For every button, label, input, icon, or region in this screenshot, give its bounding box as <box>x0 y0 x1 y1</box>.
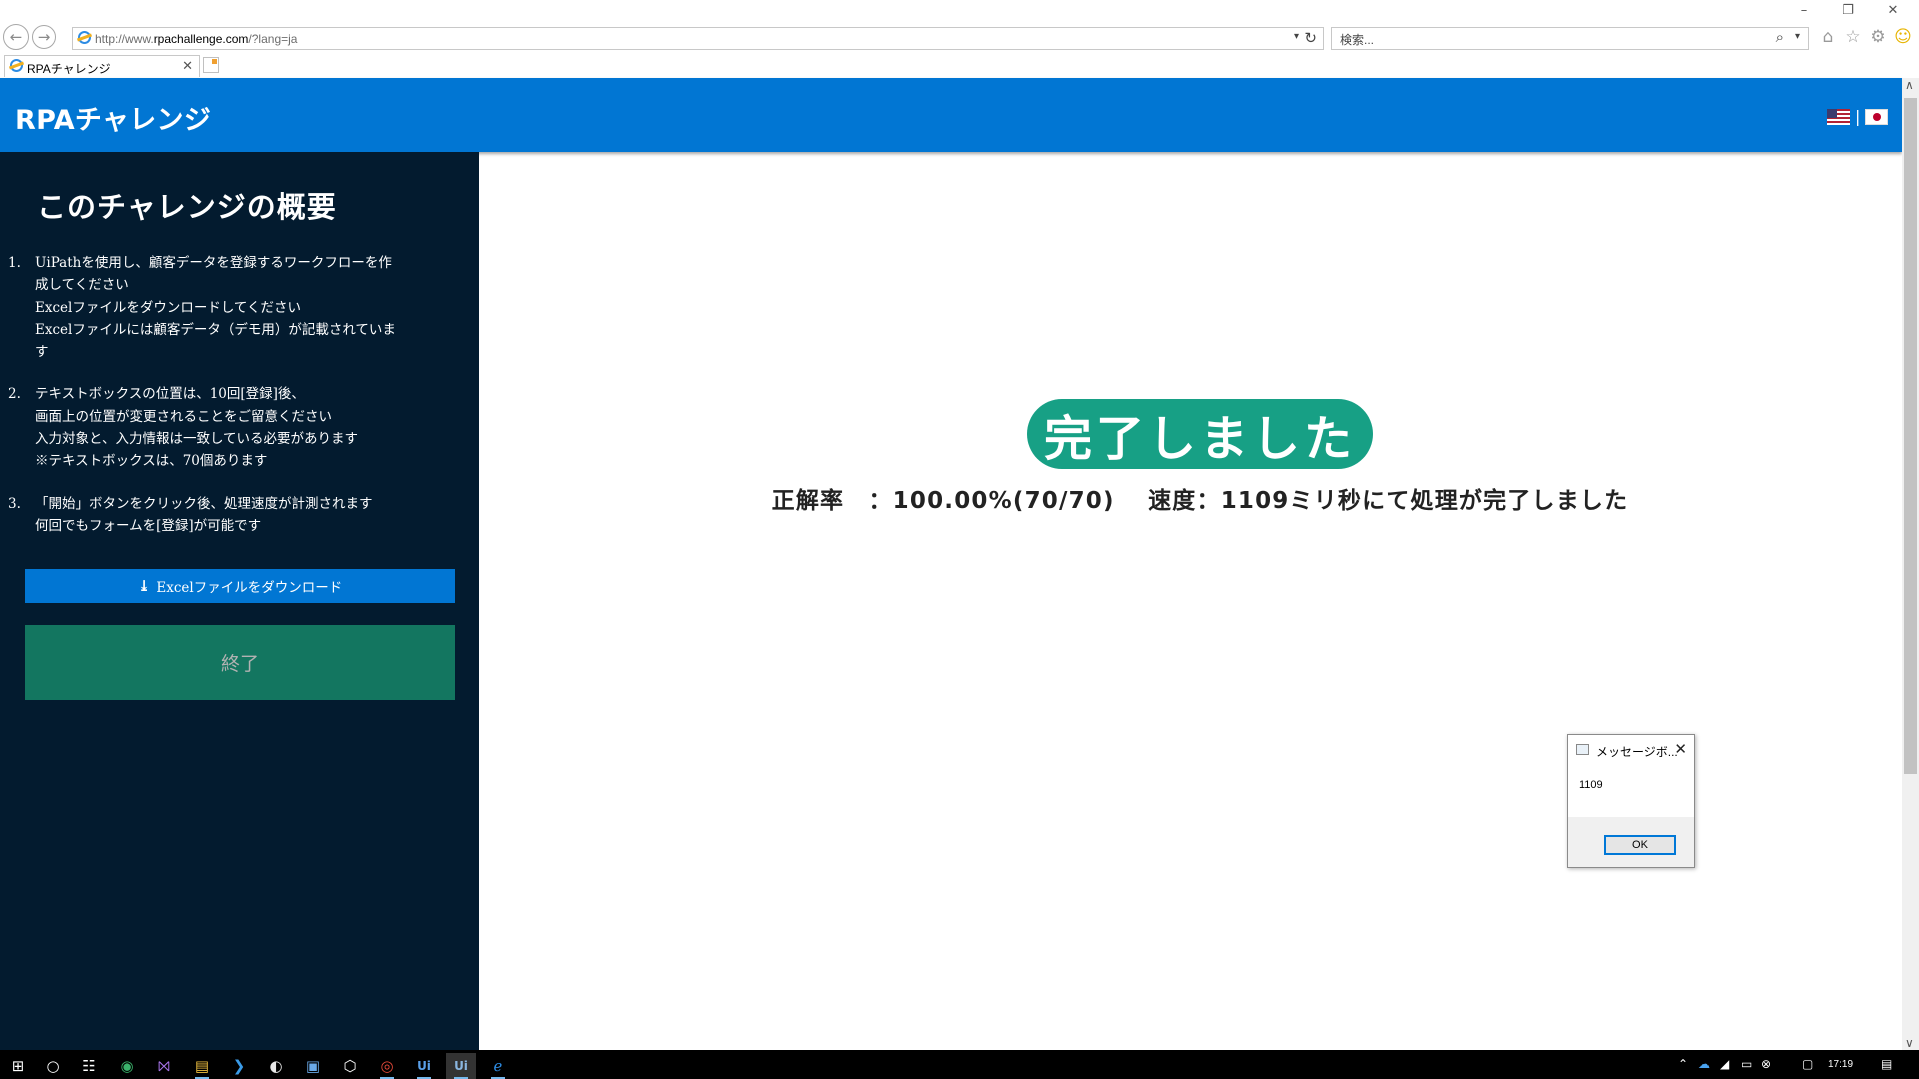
restore-icon[interactable]: ❐ <box>1836 3 1860 18</box>
step-number: 3. <box>8 495 21 512</box>
dialog-close-icon[interactable]: ✕ <box>1674 740 1687 758</box>
completion-badge: 完了しました <box>1027 399 1373 469</box>
volume-muted-icon[interactable]: ⊗ <box>1761 1057 1771 1071</box>
forward-arrow-icon[interactable]: → <box>32 25 56 49</box>
browser-tab[interactable]: RPAチャレンジ ✕ <box>4 55 200 77</box>
settings-gear-icon[interactable]: ⚙ <box>1868 26 1888 48</box>
network-icon[interactable]: ◢ <box>1720 1057 1729 1071</box>
cortana-search-icon[interactable]: ○ <box>38 1053 68 1079</box>
visual-studio-icon[interactable]: ⨝ <box>149 1053 179 1079</box>
sidebar-title: このチャレンジの概要 <box>37 190 337 224</box>
favorites-star-icon[interactable]: ☆ <box>1843 26 1863 48</box>
dialog-message: 1109 <box>1579 779 1603 791</box>
app-green-icon[interactable]: ◉ <box>112 1053 142 1079</box>
chrome-icon[interactable]: ◎ <box>372 1053 402 1079</box>
download-icon: ⤓ <box>137 577 151 595</box>
tab-title: RPAチャレンジ <box>27 62 111 76</box>
message-box-dialog: メッセージボ... ✕ 1109 OK <box>1567 734 1695 868</box>
address-dropdown-icon[interactable]: ▾ <box>1294 31 1299 42</box>
app-window-icon[interactable]: ▣ <box>298 1053 328 1079</box>
search-box[interactable]: ⌕ ▾ <box>1331 27 1809 50</box>
action-center-icon[interactable]: ▤ <box>1881 1057 1892 1071</box>
app-cube-icon[interactable]: ⬡ <box>335 1053 365 1079</box>
download-button-label: Excelファイルをダウンロード <box>156 580 343 596</box>
home-icon[interactable]: ⌂ <box>1818 26 1838 48</box>
dialog-titlebar[interactable]: メッセージボ... ✕ <box>1568 735 1694 765</box>
web-page: RPAチャレンジ | このチャレンジの概要 1. UiPathを使用し、顧客デー… <box>0 78 1902 1050</box>
tab-close-icon[interactable]: ✕ <box>182 58 193 74</box>
browser-toolbar: ← → http://www.rpachallenge.com/?lang=ja… <box>0 0 1919 53</box>
end-button[interactable]: 終了 <box>25 625 455 700</box>
refresh-icon[interactable]: ↻ <box>1304 29 1317 47</box>
instruction-list: 1. UiPathを使用し、顧客データを登録するワークフローを作 成してください… <box>8 252 458 557</box>
scroll-down-icon[interactable]: ∨ <box>1905 1036 1914 1050</box>
step-line: ※テキストボックスは、70個あります <box>35 453 268 470</box>
step-line: Excelファイルには顧客データ（デモ用）が記載されていま <box>35 321 396 338</box>
search-icon[interactable]: ⌕ <box>1776 29 1784 46</box>
battery-icon[interactable]: ▭ <box>1741 1057 1752 1071</box>
result-summary: 正解率 ：100.00%(70/70) 速度：1109ミリ秒にて処理が完了しまし… <box>771 488 1629 514</box>
step-line: 成してください <box>35 277 129 294</box>
app-circle-icon[interactable]: ◐ <box>261 1053 291 1079</box>
instruction-step-2: 2. テキストボックスの位置は、10回[登録]後、 画面上の位置が変更されること… <box>8 383 458 472</box>
step-line: 何回でもフォームを[登録]が可能です <box>35 517 262 534</box>
dialog-title: メッセージボ... <box>1596 745 1678 759</box>
download-excel-button[interactable]: ⤓ Excelファイルをダウンロード <box>25 569 455 603</box>
scroll-up-icon[interactable]: ∧ <box>1905 78 1914 92</box>
tab-favicon-icon <box>10 59 23 72</box>
window-icon <box>1576 744 1589 755</box>
address-bar[interactable]: http://www.rpachallenge.com/?lang=ja ▾ ↻ <box>72 27 1324 50</box>
sidebar: このチャレンジの概要 1. UiPathを使用し、顧客データを登録するワークフロ… <box>0 152 479 1050</box>
onedrive-icon[interactable]: ☁ <box>1698 1057 1710 1071</box>
us-flag-icon[interactable] <box>1827 109 1850 125</box>
step-line: す <box>35 344 49 361</box>
jp-flag-icon[interactable] <box>1865 109 1888 125</box>
feedback-smiley-icon[interactable]: ☺ <box>1893 26 1913 48</box>
scrollbar-thumb[interactable] <box>1904 98 1917 774</box>
instruction-step-1: 1. UiPathを使用し、顧客データを登録するワークフローを作 成してください… <box>8 252 458 363</box>
windows-taskbar: ⊞ ○ ☷ ◉ ⨝ ▤ ❯ ◐ ▣ ⬡ ◎ Ui Ui ℯ ⌃ ☁ ◢ ▭ ⊗ … <box>0 1050 1919 1079</box>
file-explorer-icon[interactable]: ▤ <box>187 1053 217 1079</box>
ok-button[interactable]: OK <box>1604 835 1676 855</box>
taskbar-clock[interactable]: 17:19 <box>1828 1059 1853 1070</box>
address-url[interactable]: http://www.rpachallenge.com/?lang=ja <box>95 32 297 46</box>
uipath-icon[interactable]: Ui <box>409 1053 439 1079</box>
step-line: テキストボックスの位置は、10回[登録]後、 <box>35 386 305 403</box>
instruction-step-3: 3. 「開始」ボタンをクリック後、処理速度が計測されます 何回でもフォームを[登… <box>8 493 458 538</box>
search-input[interactable] <box>1338 30 1742 49</box>
windows-start-icon[interactable]: ⊞ <box>3 1053 33 1079</box>
site-header: RPAチャレンジ | <box>0 78 1902 152</box>
step-line: 画面上の位置が変更されることをご留意ください <box>35 408 332 425</box>
minimize-icon[interactable]: – <box>1792 3 1816 18</box>
dialog-body: 1109 <box>1568 765 1694 817</box>
task-view-icon[interactable]: ☷ <box>74 1053 104 1079</box>
uipath-robot-icon[interactable]: Ui <box>446 1053 476 1079</box>
step-number: 2. <box>8 386 21 403</box>
ime-icon[interactable]: ▢ <box>1802 1057 1813 1071</box>
step-line: 「開始」ボタンをクリック後、処理速度が計測されます <box>35 495 373 512</box>
flag-separator: | <box>1855 107 1861 126</box>
step-line: Excelファイルをダウンロードしてください <box>35 299 302 316</box>
step-line: UiPathを使用し、顧客データを登録するワークフローを作 <box>35 255 392 271</box>
vscode-icon[interactable]: ❯ <box>224 1053 254 1079</box>
vertical-scrollbar[interactable]: ∧ ∨ <box>1902 78 1919 1050</box>
ie-favicon-icon <box>78 31 91 44</box>
new-tab-icon[interactable] <box>203 57 219 73</box>
tray-chevron-icon[interactable]: ⌃ <box>1678 1057 1688 1071</box>
step-number: 1. <box>8 255 21 271</box>
site-brand[interactable]: RPAチャレンジ <box>15 98 211 137</box>
search-dropdown-icon[interactable]: ▾ <box>1795 31 1800 42</box>
internet-explorer-icon[interactable]: ℯ <box>483 1053 513 1079</box>
close-window-icon[interactable]: ✕ <box>1881 3 1905 18</box>
step-line: 入力対象と、入力情報は一致している必要があります <box>35 431 359 448</box>
back-arrow-icon[interactable]: ← <box>3 24 29 50</box>
